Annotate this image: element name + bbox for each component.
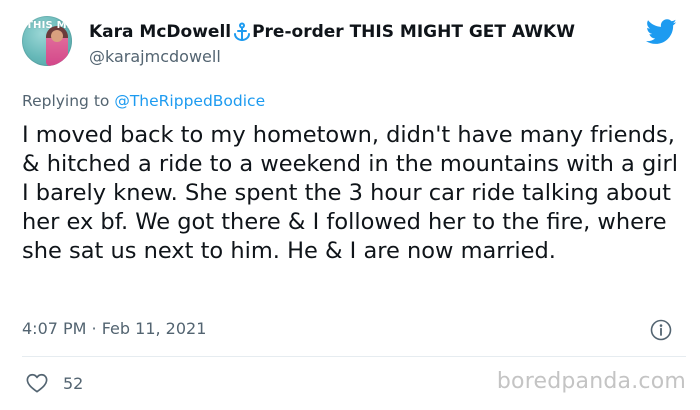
watermark: boredpanda.com [496, 369, 686, 394]
like-action[interactable]: 52 [26, 372, 83, 394]
anchor-icon [233, 22, 251, 42]
avatar-cover-text: THIS MIGHT GET AWKW [26, 20, 72, 31]
reply-mention-link[interactable]: @TheRippedBodice [114, 92, 265, 110]
tweet-timestamp[interactable]: 4:07 PM · Feb 11, 2021 [22, 319, 206, 338]
author-display-name[interactable]: Kara McDowell [89, 21, 231, 43]
info-icon[interactable] [650, 319, 672, 341]
replying-to-prefix: Replying to [22, 92, 110, 110]
like-count: 52 [63, 373, 84, 393]
avatar[interactable]: THIS MIGHT GET AWKW [22, 16, 72, 66]
author-name-suffix[interactable]: Pre-order THIS MIGHT GET AWKW [252, 21, 575, 43]
tweet-text: I moved back to my hometown, didn't have… [22, 122, 678, 264]
divider [22, 356, 686, 357]
heart-icon[interactable] [26, 372, 48, 394]
avatar-face [51, 30, 63, 42]
replying-to: Replying to @TheRippedBodice [22, 92, 265, 110]
author-handle[interactable]: @karajmcdowell [89, 47, 221, 66]
twitter-bird-icon[interactable] [646, 19, 677, 45]
author-name-line[interactable]: Kara McDowell Pre-order THIS MIGHT GET A… [89, 21, 575, 43]
